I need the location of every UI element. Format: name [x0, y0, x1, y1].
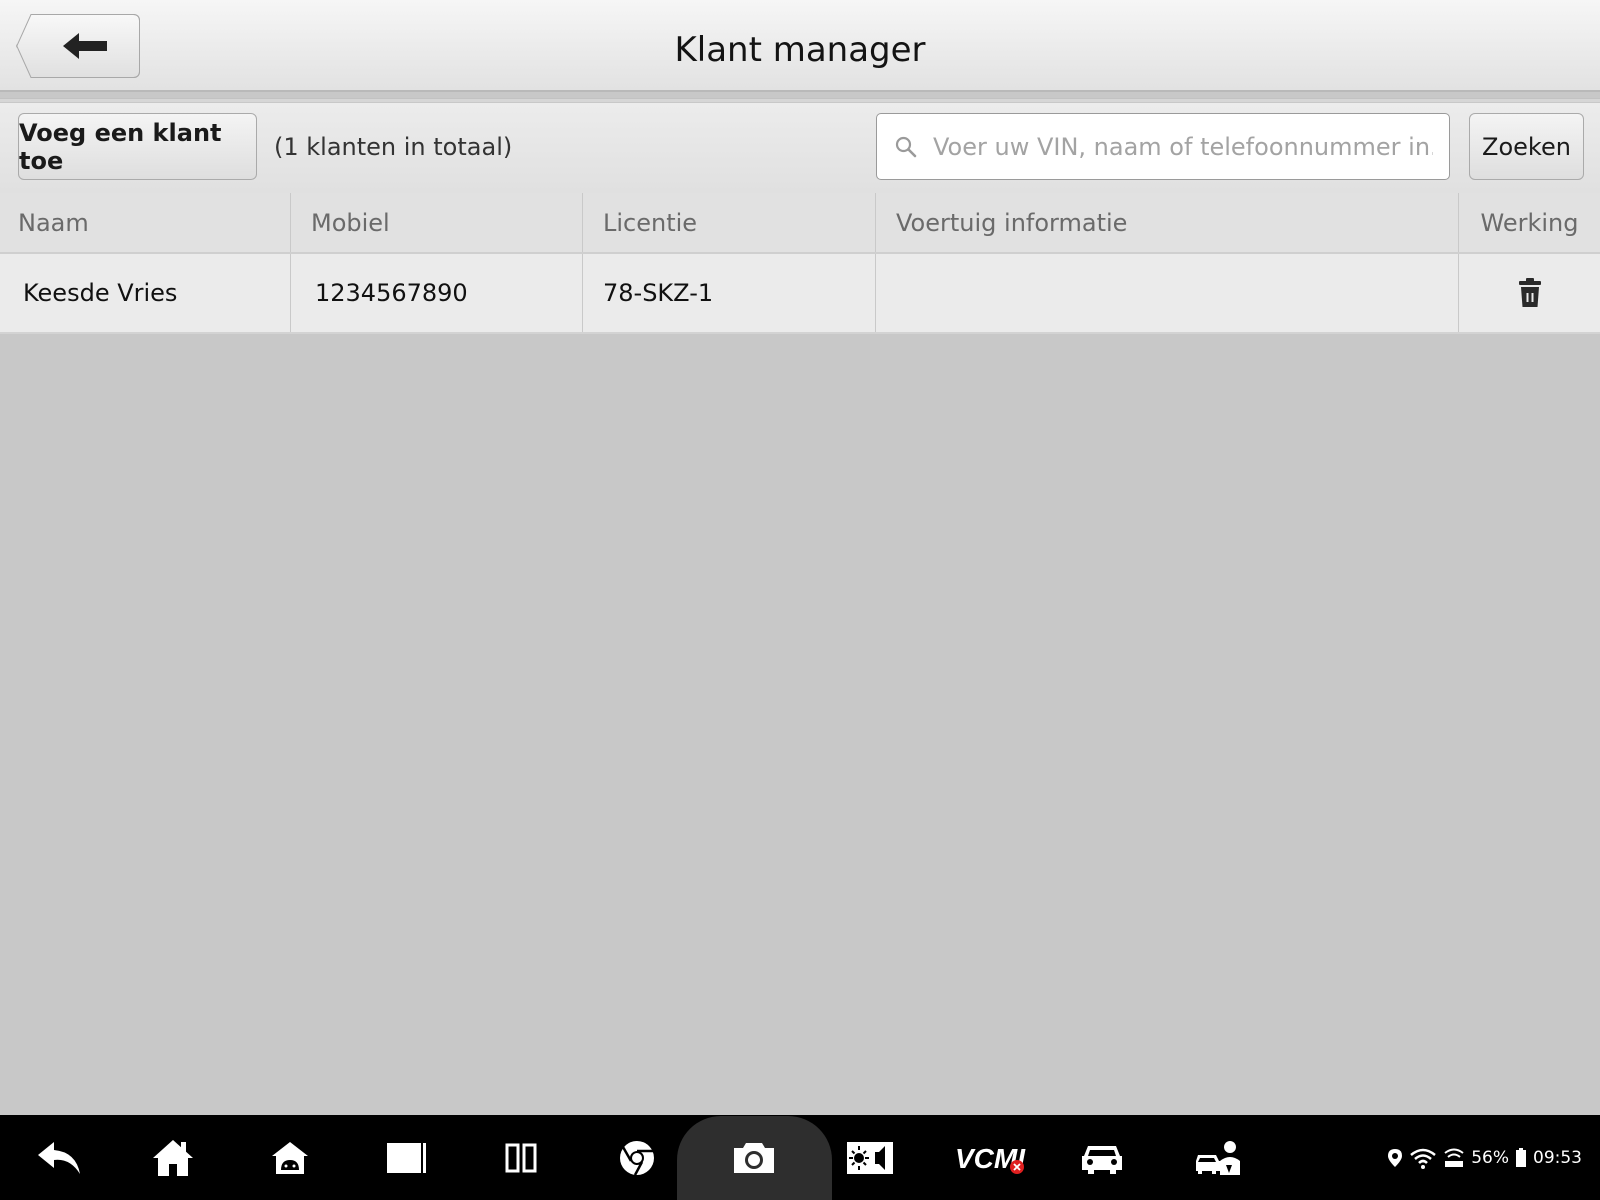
search-box[interactable] — [876, 113, 1450, 180]
delete-icon[interactable] — [1518, 278, 1541, 308]
column-header-vehicle-info[interactable]: Voertuig informatie — [876, 193, 1459, 252]
toolbar: Voeg een klant toe (1 klanten in totaal)… — [0, 103, 1600, 193]
battery-percent: 56% — [1471, 1147, 1509, 1168]
customer-table: Naam Mobiel Licentie Voertuig informatie… — [0, 193, 1600, 334]
display-volume-icon[interactable] — [825, 1115, 915, 1200]
column-header-mobile[interactable]: Mobiel — [291, 193, 583, 252]
customer-count: (1 klanten in totaal) — [274, 133, 513, 161]
home-icon[interactable] — [128, 1115, 218, 1200]
table-row[interactable]: Keesde Vries 1234567890 78-SKZ-1 — [0, 254, 1600, 334]
camera-icon[interactable] — [709, 1115, 799, 1200]
search-button[interactable]: Zoeken — [1469, 113, 1584, 180]
vcmi-icon[interactable]: VCMI — [940, 1115, 1040, 1200]
location-icon — [1388, 1148, 1403, 1167]
recent-apps-icon[interactable] — [361, 1115, 451, 1200]
cell-action — [1459, 254, 1600, 332]
search-input[interactable] — [933, 124, 1433, 170]
status-bar: 56% 09:53 — [1387, 1115, 1582, 1200]
system-navbar: VCMI 56% 09:53 — [0, 1115, 1600, 1200]
page-title: Klant manager — [674, 30, 926, 70]
add-customer-button[interactable]: Voeg een klant toe — [18, 113, 257, 180]
cell-mobile: 1234567890 — [291, 254, 583, 332]
android-home-icon[interactable] — [245, 1115, 335, 1200]
column-header-license[interactable]: Licentie — [583, 193, 876, 252]
clock: 09:53 — [1533, 1147, 1582, 1168]
battery-icon — [1516, 1147, 1526, 1167]
car-service-icon[interactable] — [1174, 1115, 1264, 1200]
car-icon[interactable] — [1057, 1115, 1147, 1200]
cell-vehicle-info — [876, 254, 1459, 332]
split-screen-icon[interactable] — [476, 1115, 566, 1200]
search-icon — [895, 136, 917, 158]
table-header: Naam Mobiel Licentie Voertuig informatie… — [0, 193, 1600, 254]
column-header-action: Werking — [1480, 208, 1579, 237]
column-header-name[interactable]: Naam — [0, 193, 291, 252]
back-icon[interactable] — [14, 1115, 104, 1200]
cell-name: Keesde Vries — [0, 254, 291, 332]
header-divider — [0, 98, 1600, 102]
vci-signal-icon — [1444, 1148, 1464, 1167]
cell-license: 78-SKZ-1 — [583, 254, 876, 332]
wifi-icon — [1410, 1148, 1437, 1169]
header-bar: Klant manager — [0, 0, 1600, 92]
chrome-icon[interactable] — [592, 1115, 682, 1200]
